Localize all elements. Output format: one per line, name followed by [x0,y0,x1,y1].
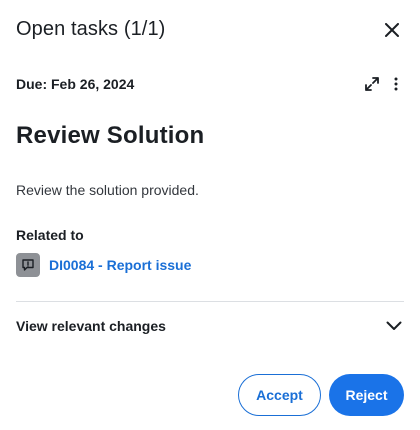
more-vertical-icon [394,77,398,91]
task-description: Review the solution provided. [16,182,199,198]
expand-icon [365,77,379,91]
chevron-down-icon [384,316,404,336]
view-relevant-changes-label: View relevant changes [16,318,166,334]
divider [16,301,404,302]
related-item[interactable]: DI0084 - Report issue [16,253,191,277]
related-item-link[interactable]: DI0084 - Report issue [49,257,191,273]
due-date: Due: Feb 26, 2024 [16,76,135,92]
expand-button[interactable] [362,74,382,94]
open-tasks-panel: Open tasks (1/1) Due: Feb 26, 2024 Revie… [0,0,420,430]
close-button[interactable] [380,18,404,42]
related-to-label: Related to [16,227,84,243]
more-options-button[interactable] [388,74,404,94]
task-title: Review Solution [16,122,205,149]
view-relevant-changes-toggle[interactable]: View relevant changes [16,312,404,340]
report-issue-icon [16,253,40,277]
accept-button[interactable]: Accept [238,374,321,416]
reject-button[interactable]: Reject [329,374,404,416]
panel-title: Open tasks (1/1) [16,18,166,40]
close-icon [385,23,399,37]
